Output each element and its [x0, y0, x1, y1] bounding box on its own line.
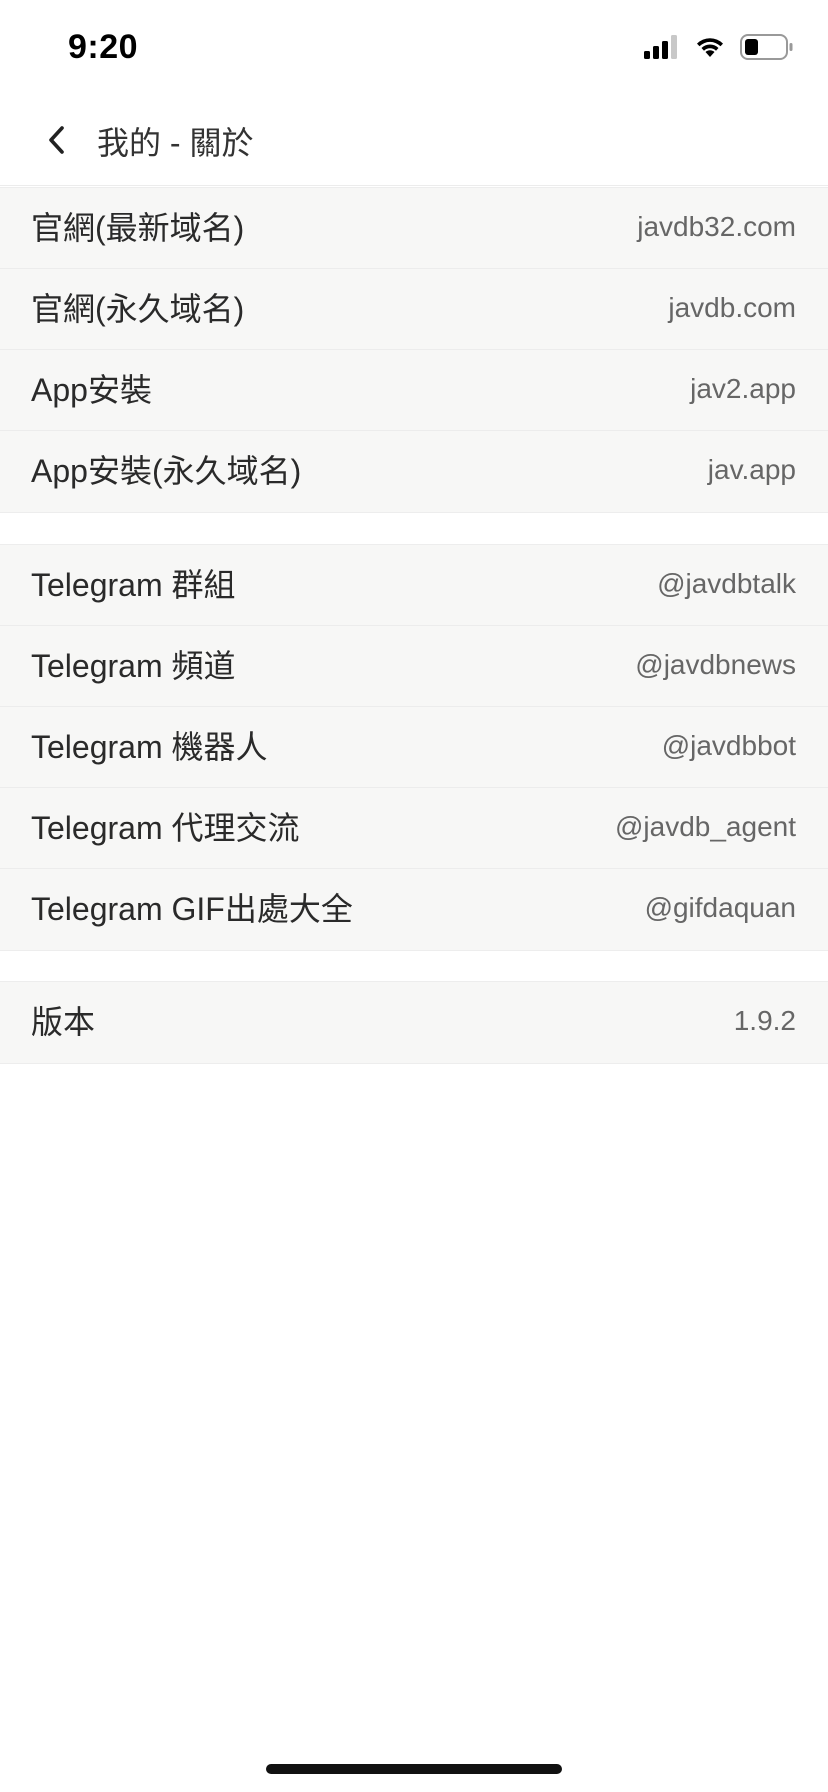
- signal-icon: [644, 34, 680, 64]
- list-item-latest-domain[interactable]: 官網(最新域名) javdb32.com: [0, 188, 828, 269]
- list-item-app-install[interactable]: App安裝 jav2.app: [0, 350, 828, 431]
- row-value: @javdbtalk: [657, 568, 796, 599]
- row-label: App安裝: [31, 372, 152, 408]
- row-label: Telegram GIF出處大全: [31, 891, 353, 927]
- status-bar: 9:20: [0, 0, 828, 100]
- row-label: Telegram 頻道: [31, 648, 236, 684]
- list-item-telegram-group[interactable]: Telegram 群組 @javdbtalk: [0, 545, 828, 626]
- row-value: javdb32.com: [637, 211, 796, 242]
- row-value: @gifdaquan: [644, 892, 796, 923]
- list-item-telegram-agent[interactable]: Telegram 代理交流 @javdb_agent: [0, 788, 828, 869]
- list-item-app-install-permanent[interactable]: App安裝(永久域名) jav.app: [0, 431, 828, 512]
- list-item-telegram-bot[interactable]: Telegram 機器人 @javdbbot: [0, 707, 828, 788]
- list-item-telegram-channel[interactable]: Telegram 頻道 @javdbnews: [0, 626, 828, 707]
- back-button[interactable]: [30, 114, 82, 170]
- nav-bar: 我的 - 關於: [0, 100, 828, 186]
- version-value: 1.9.2: [733, 1005, 796, 1036]
- row-value: jav.app: [707, 454, 796, 485]
- row-label: 官網(最新域名): [31, 210, 245, 246]
- row-label: App安裝(永久域名): [31, 453, 302, 489]
- list-item-telegram-gif[interactable]: Telegram GIF出處大全 @gifdaquan: [0, 869, 828, 950]
- telegram-group: Telegram 群組 @javdbtalk Telegram 頻道 @javd…: [0, 544, 828, 951]
- row-label: 版本: [31, 1004, 96, 1040]
- page-title: 我的 - 關於: [97, 125, 254, 161]
- row-label: 官網(永久域名): [31, 291, 245, 327]
- battery-icon: [740, 33, 794, 65]
- status-time: 9:20: [68, 28, 139, 66]
- list-item-permanent-domain[interactable]: 官網(永久域名) javdb.com: [0, 269, 828, 350]
- row-value: @javdbnews: [635, 649, 796, 680]
- list-item-version: 版本 1.9.2: [0, 982, 828, 1063]
- row-label: Telegram 機器人: [31, 729, 268, 765]
- row-value: @javdb_agent: [614, 811, 796, 842]
- wifi-icon: [694, 35, 726, 64]
- chevron-left-icon: [45, 123, 67, 162]
- row-label: Telegram 代理交流: [31, 810, 300, 846]
- row-label: Telegram 群組: [31, 567, 236, 603]
- row-value: @javdbbot: [661, 730, 796, 761]
- status-icons: [644, 33, 794, 65]
- websites-group: 官網(最新域名) javdb32.com 官網(永久域名) javdb.com …: [0, 187, 828, 513]
- version-group: 版本 1.9.2: [0, 981, 828, 1064]
- row-value: javdb.com: [668, 292, 796, 323]
- row-value: jav2.app: [690, 373, 796, 404]
- about-screen: 9:20 我的 - 關於 官網(最新域名) javdb32.com 官網(永久域…: [0, 0, 828, 1792]
- home-indicator[interactable]: [266, 1764, 562, 1774]
